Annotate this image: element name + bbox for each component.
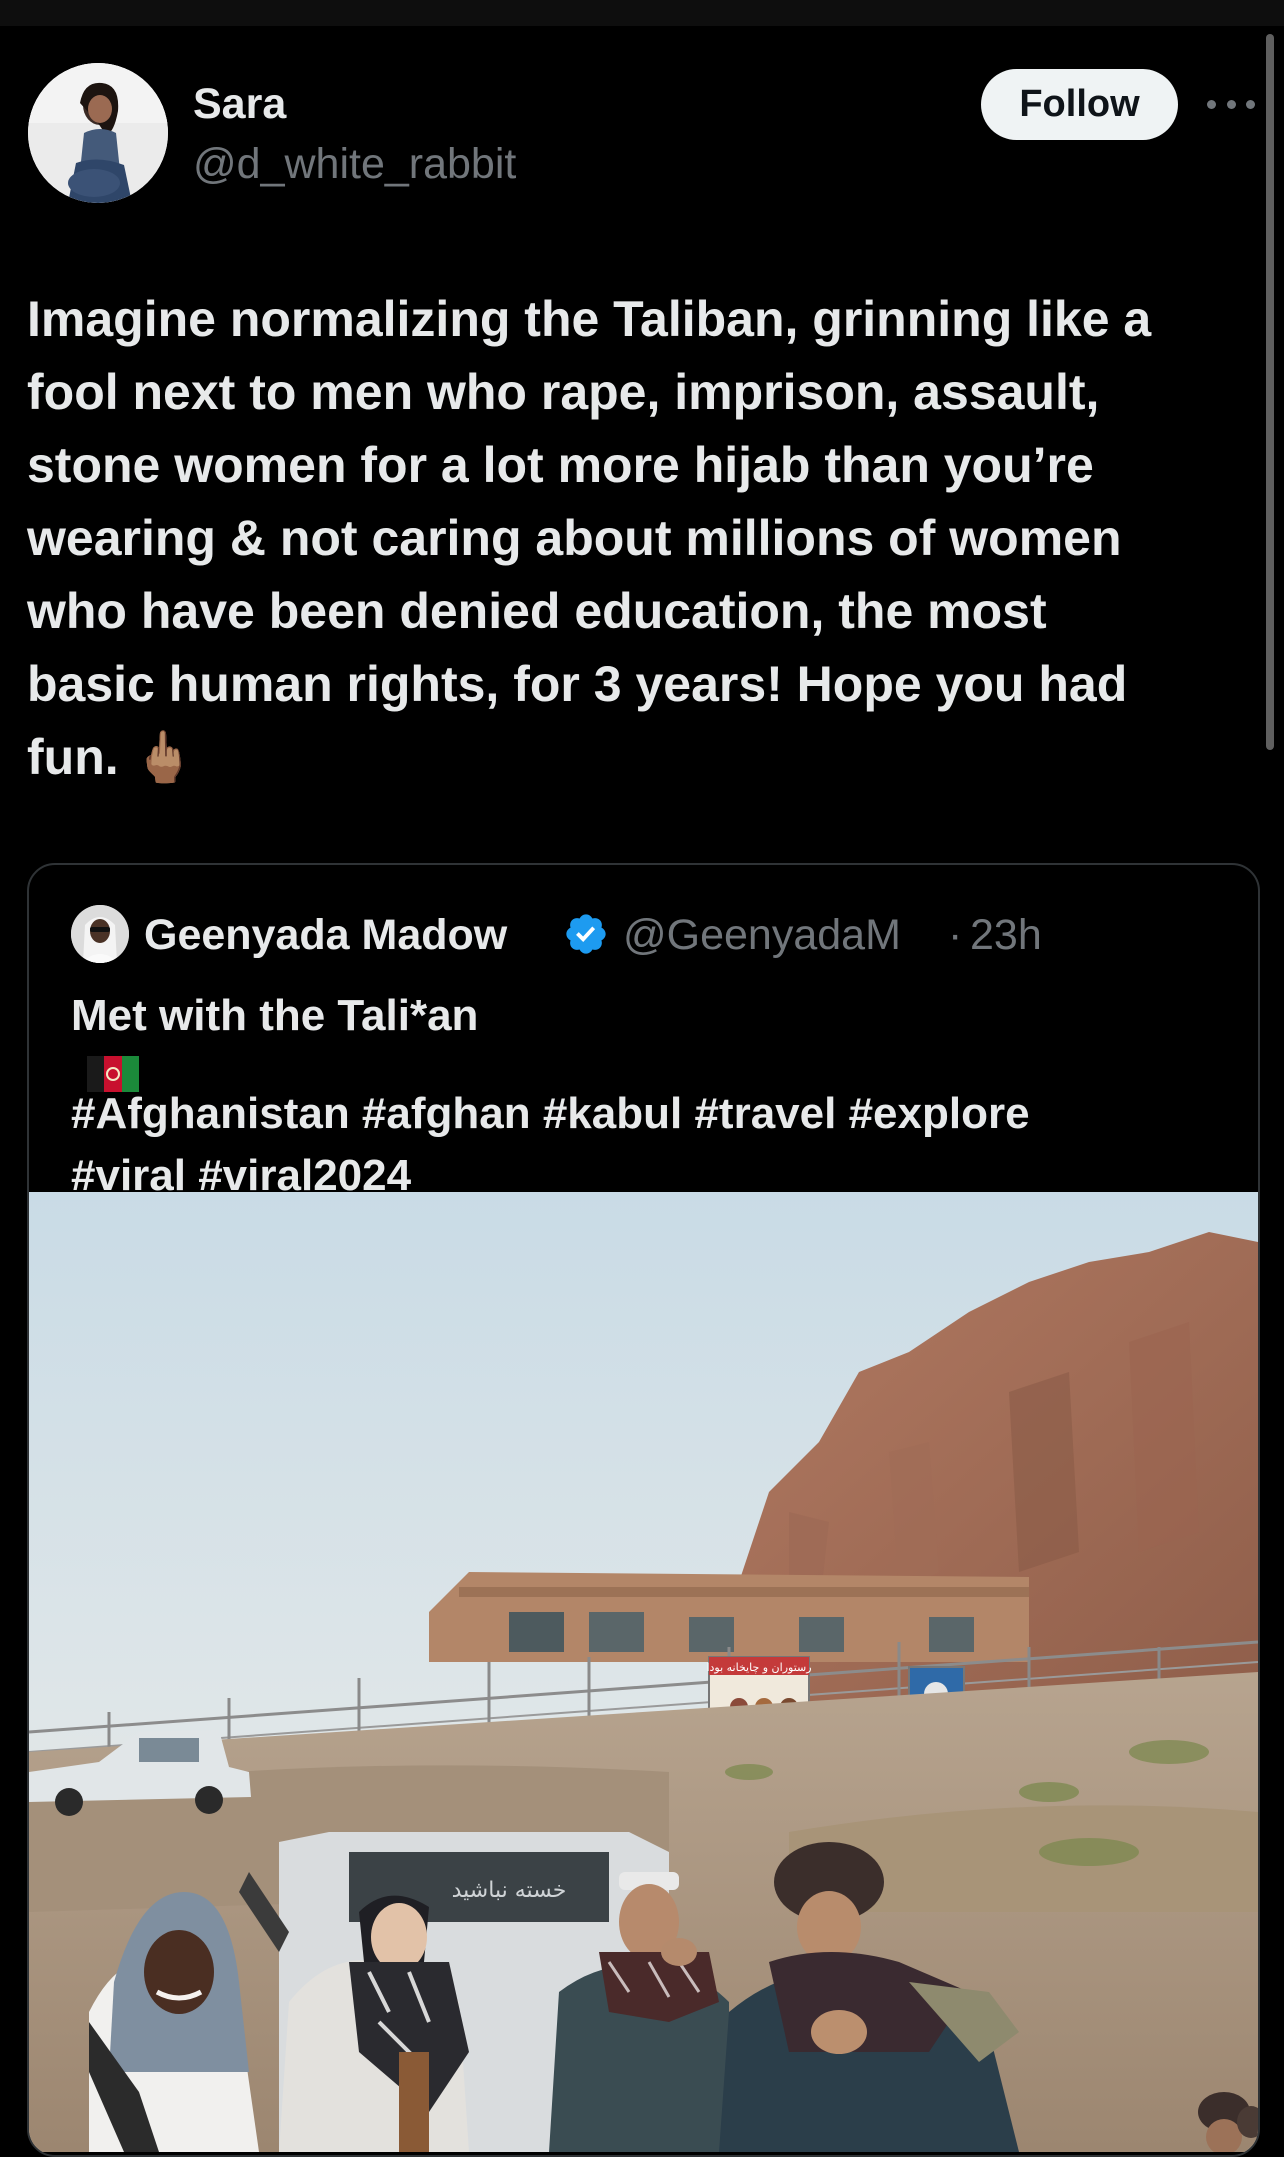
status-bar-strip xyxy=(0,0,1284,26)
author-handle[interactable]: @d_white_rabbit xyxy=(193,140,516,188)
author-display-name[interactable]: Sara xyxy=(193,80,286,128)
author-avatar[interactable] xyxy=(28,63,168,203)
quoted-text-line: Met with the Tali*an xyxy=(71,985,1241,1092)
quoted-text-line: #Afghanistan #afghan #kabul #travel #exp… xyxy=(71,1089,1030,1138)
post-text-line: fool next to men who rape, imprison, ass… xyxy=(27,364,1100,420)
quoted-author-handle[interactable]: @GeenyadaM xyxy=(623,911,901,959)
more-horizontal-icon[interactable] xyxy=(1207,86,1255,122)
quoted-post-timestamp[interactable]: 23h xyxy=(970,911,1042,959)
truck-text: خسته نباشید xyxy=(452,1878,567,1903)
quoted-post-card[interactable]: Geenyada Madow @GeenyadaM · 23h Met with… xyxy=(27,863,1260,2157)
follow-button[interactable]: Follow xyxy=(981,69,1178,140)
post-text-line: fun. 🖕🏽 xyxy=(27,729,195,785)
quoted-text-first: Met with the Tali*an xyxy=(71,991,479,1040)
verified-badge-icon xyxy=(563,911,609,957)
post-text-line: wearing & not caring about millions of w… xyxy=(27,510,1122,566)
quoted-author-avatar[interactable] xyxy=(71,905,129,963)
scrollbar[interactable] xyxy=(1266,34,1274,750)
quoted-post-text: Met with the Tali*an #Afghanistan #afgha… xyxy=(71,985,1241,1207)
post-text-line: basic human rights, for 3 years! Hope yo… xyxy=(27,656,1128,712)
afghanistan-flag-icon xyxy=(87,1047,139,1092)
quoted-author-name[interactable]: Geenyada Madow xyxy=(144,911,507,959)
post-text-line: Imagine normalizing the Taliban, grinnin… xyxy=(27,291,1152,347)
post-text: Imagine normalizing the Taliban, grinnin… xyxy=(27,283,1267,794)
banner-text: رستوران و چایخانه بودا xyxy=(706,1661,811,1674)
post-text-line: stone women for a lot more hijab than yo… xyxy=(27,437,1094,493)
post-text-line: who have been denied education, the most xyxy=(27,583,1047,639)
quoted-post-photo[interactable]: رستوران و چایخانه بودا خسته نباشید xyxy=(29,1192,1258,2155)
separator-dot: · xyxy=(948,911,963,959)
